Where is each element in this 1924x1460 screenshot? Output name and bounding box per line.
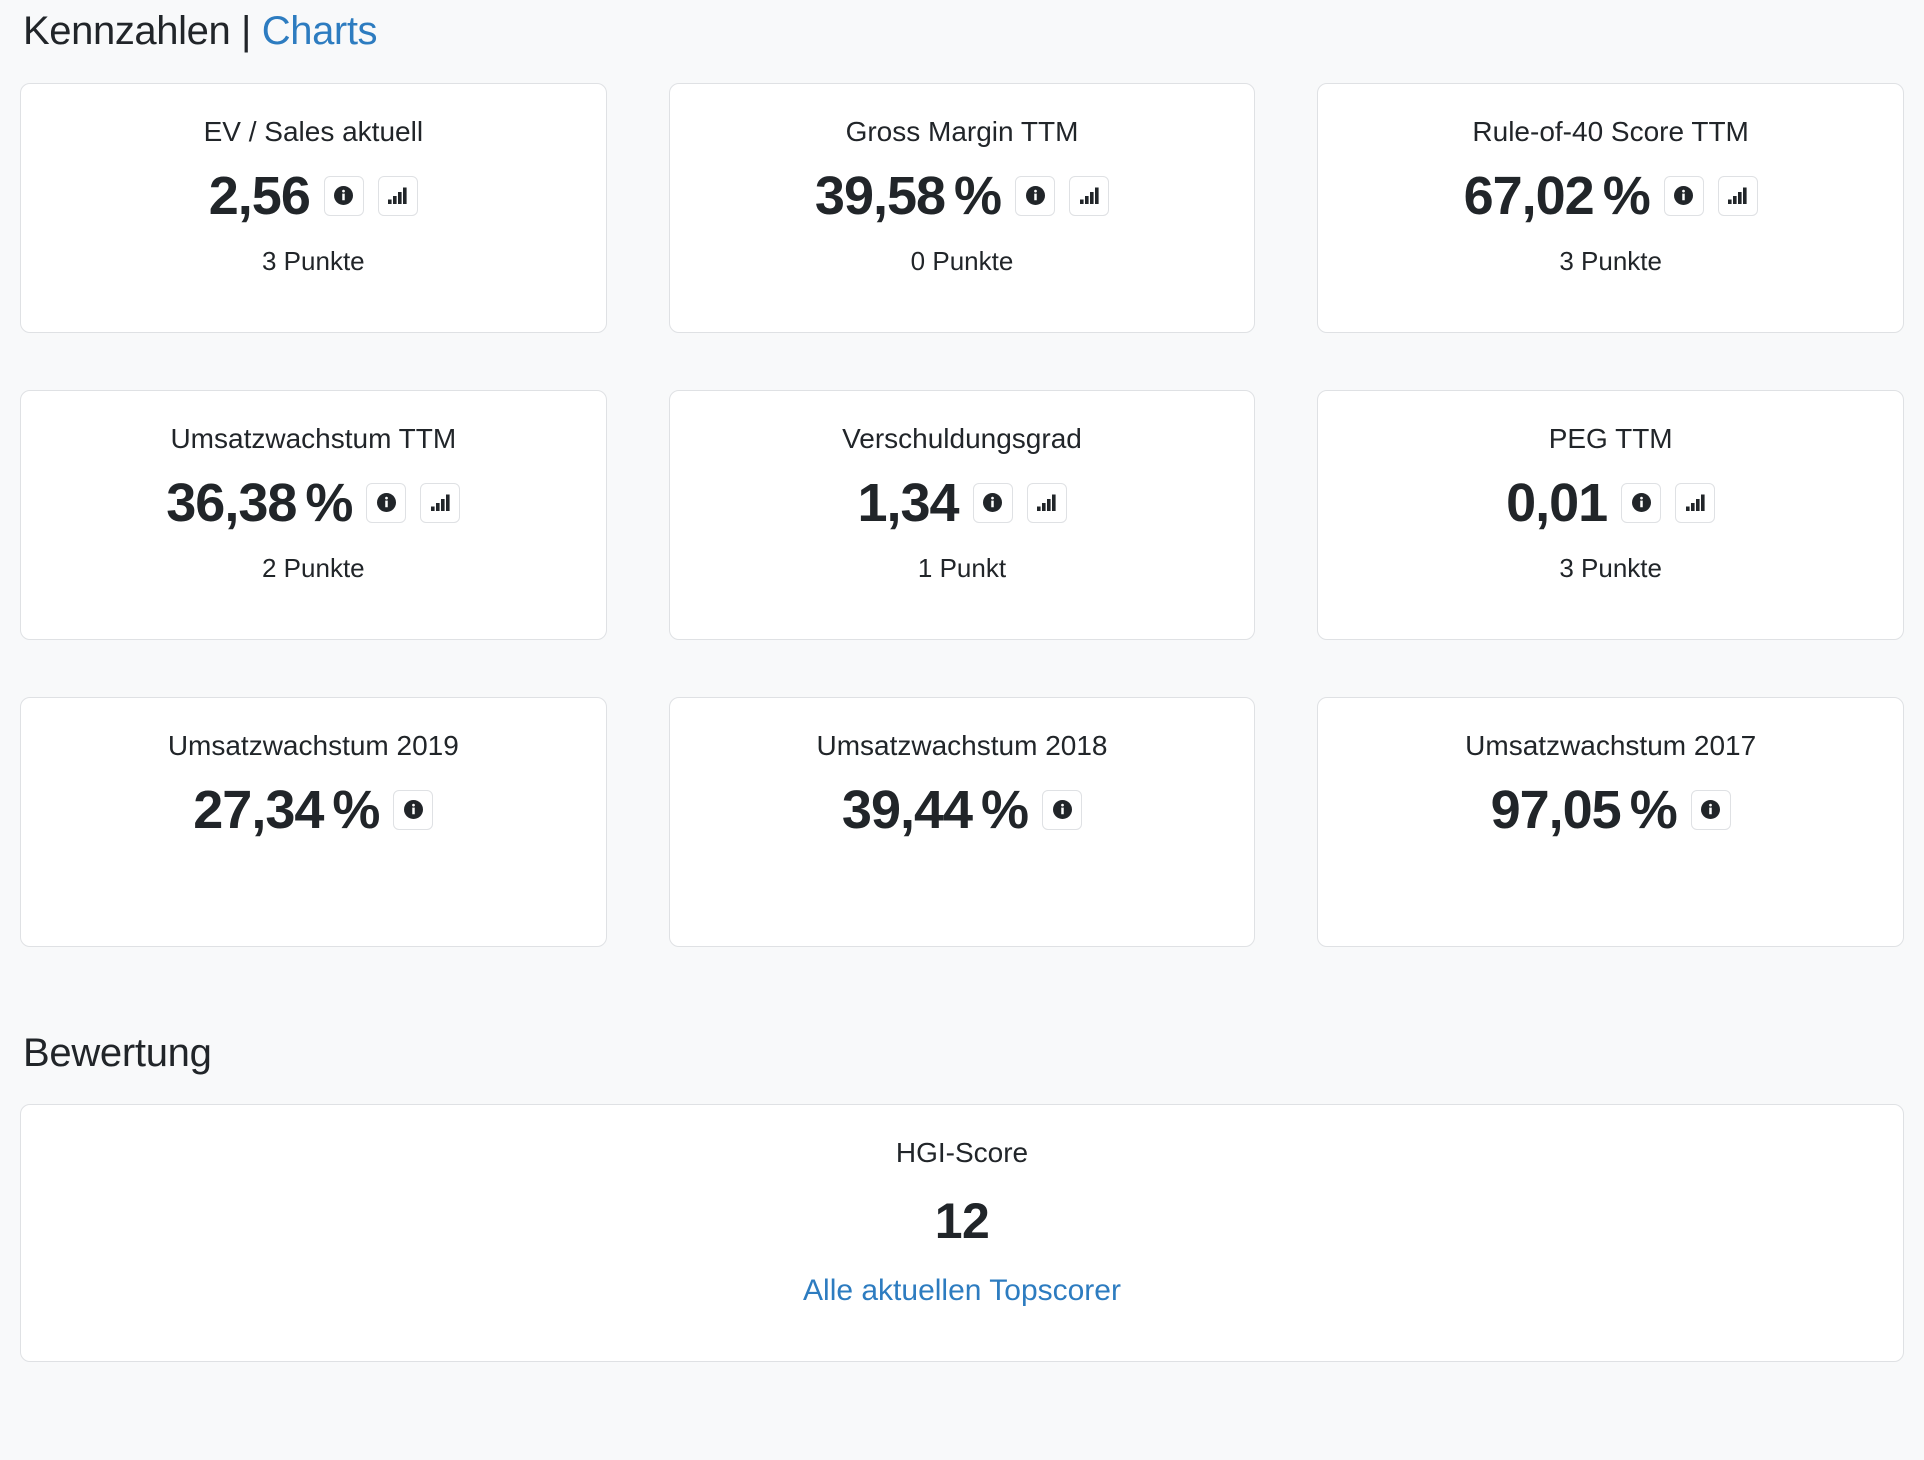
metric-points: 0 Punkte: [910, 245, 1014, 276]
metric-value-row: 0,01: [1506, 472, 1716, 534]
metric-card-title: PEG TTM: [1548, 423, 1673, 454]
metric-value-row: 36,38%: [166, 472, 461, 534]
metric-value-unit: %: [981, 779, 1029, 840]
metric-value-row: 39,44%: [841, 779, 1083, 841]
metric-value: 67,02%: [1463, 165, 1651, 226]
info-circle-icon: [334, 186, 354, 206]
bar-chart-icon: [430, 493, 451, 512]
bewertung-heading: Bewertung: [23, 1031, 212, 1075]
metric-card: Umsatzwachstum TTM 36,38% 2 Punkte: [20, 390, 607, 640]
metric-points: 3 Punkte: [1559, 552, 1662, 583]
metric-value-row: 97,05%: [1491, 779, 1731, 841]
metric-points: 3 Punkte: [262, 245, 365, 276]
metric-info-button[interactable]: [972, 482, 1013, 523]
metric-value-row: 1,34: [857, 472, 1067, 534]
bewertung-section: Bewertung HGI-Score 12 Alle aktuellen To…: [20, 1029, 1904, 1362]
metric-chart-button[interactable]: [377, 175, 418, 216]
metric-value-number: 1,34: [857, 472, 959, 533]
info-circle-icon: [1052, 800, 1072, 820]
charts-link[interactable]: Charts: [262, 9, 378, 53]
metric-value-unit: %: [1602, 165, 1651, 226]
metric-card: Gross Margin TTM 39,58% 0 Punkte: [668, 83, 1256, 333]
info-circle-icon: [1674, 186, 1694, 206]
metric-value: 27,34%: [193, 779, 380, 840]
metric-info-button[interactable]: [1015, 175, 1056, 216]
metric-card: Verschuldungsgrad 1,34 1 Punkt: [668, 390, 1256, 640]
metric-value-unit: %: [332, 779, 380, 840]
metric-value-number: 97,05: [1490, 779, 1622, 840]
metric-value: 97,05%: [1490, 779, 1678, 840]
metric-card-title: EV / Sales aktuell: [203, 116, 424, 147]
metric-card: Umsatzwachstum 2017 97,05%: [1317, 697, 1904, 947]
metric-value: 2,56: [208, 165, 311, 226]
metric-chart-button[interactable]: [420, 482, 461, 523]
metric-card: Umsatzwachstum 2018 39,44%: [668, 697, 1256, 947]
metric-info-button[interactable]: [1042, 789, 1083, 830]
metric-card: EV / Sales aktuell 2,56 3 Punkte: [20, 83, 607, 333]
metric-card-title: Umsatzwachstum 2018: [816, 730, 1108, 761]
metric-card-title: Verschuldungsgrad: [842, 423, 1082, 454]
bar-chart-icon: [1079, 186, 1100, 205]
bar-chart-icon: [1727, 186, 1748, 205]
metric-value-number: 39,58: [814, 165, 946, 226]
metric-card-title: Umsatzwachstum TTM: [170, 423, 457, 454]
page-title-separator: |: [241, 9, 252, 53]
metric-value-number: 39,44: [841, 779, 973, 840]
hgi-score-card: HGI-Score 12 Alle aktuellen Topscorer: [20, 1104, 1904, 1362]
metric-value-unit: %: [305, 472, 353, 533]
info-circle-icon: [376, 493, 396, 513]
metric-card: Umsatzwachstum 2019 27,34%: [20, 697, 607, 947]
page-title: Kennzahlen | Charts: [20, 0, 1904, 56]
metric-card: Rule-of-40 Score TTM 67,02% 3 Punkte: [1317, 83, 1904, 333]
metric-value-unit: %: [1629, 779, 1678, 840]
metric-value: 0,01: [1506, 472, 1608, 533]
metric-value-unit: %: [954, 165, 1002, 226]
metric-points: 2 Punkte: [262, 552, 365, 583]
bar-chart-icon: [1036, 493, 1057, 512]
metric-card-title: Umsatzwachstum 2019: [167, 730, 459, 761]
metric-value-number: 36,38: [166, 472, 297, 533]
metric-value-number: 2,56: [208, 165, 311, 226]
info-circle-icon: [1025, 186, 1045, 206]
metric-info-button[interactable]: [1690, 789, 1731, 830]
metric-value: 1,34: [857, 472, 959, 533]
metric-info-button[interactable]: [366, 482, 407, 523]
metric-card-title: Rule-of-40 Score TTM: [1472, 116, 1749, 147]
metric-info-button[interactable]: [323, 175, 364, 216]
metric-value-row: 2,56: [209, 165, 418, 227]
metric-chart-button[interactable]: [1675, 482, 1716, 523]
metric-value: 39,44%: [841, 779, 1029, 840]
metric-info-button[interactable]: [393, 789, 434, 830]
metric-info-button[interactable]: [1663, 175, 1704, 216]
metric-card-title: Gross Margin TTM: [845, 116, 1079, 147]
metric-info-button[interactable]: [1621, 482, 1662, 523]
metric-points: 3 Punkte: [1559, 245, 1662, 276]
metric-card-title: Umsatzwachstum 2017: [1465, 730, 1757, 761]
info-circle-icon: [1631, 493, 1651, 513]
metric-chart-button[interactable]: [1717, 175, 1758, 216]
info-circle-icon: [1701, 800, 1721, 820]
metric-chart-button[interactable]: [1069, 175, 1110, 216]
metric-points: 1 Punkt: [917, 552, 1007, 583]
hgi-score-label: HGI-Score: [895, 1137, 1029, 1168]
metric-value-number: 67,02: [1463, 165, 1595, 226]
info-circle-icon: [403, 800, 423, 820]
info-circle-icon: [983, 493, 1003, 513]
metric-value-number: 27,34: [193, 779, 324, 840]
page-title-main: Kennzahlen: [23, 9, 231, 53]
metric-value-row: 27,34%: [193, 779, 434, 841]
metric-card: PEG TTM 0,01 3 Punkte: [1317, 390, 1904, 640]
bar-chart-icon: [1685, 493, 1706, 512]
metric-value: 36,38%: [166, 472, 353, 533]
metric-value-row: 39,58%: [814, 165, 1110, 227]
bar-chart-icon: [387, 186, 408, 205]
metric-chart-button[interactable]: [1026, 482, 1067, 523]
alle-topscorer-link[interactable]: Alle aktuellen Topscorer: [803, 1274, 1121, 1308]
metric-value-row: 67,02%: [1464, 165, 1758, 227]
metrics-grid: EV / Sales aktuell 2,56 3 Punkte Gross Marg…: [20, 83, 1904, 947]
hgi-score-value: 12: [934, 1192, 990, 1249]
metric-value: 39,58%: [814, 165, 1002, 226]
metric-value-number: 0,01: [1506, 472, 1608, 533]
kennzahlen-page: Kennzahlen | Charts EV / Sales aktuell 2,…: [0, 0, 1924, 1460]
